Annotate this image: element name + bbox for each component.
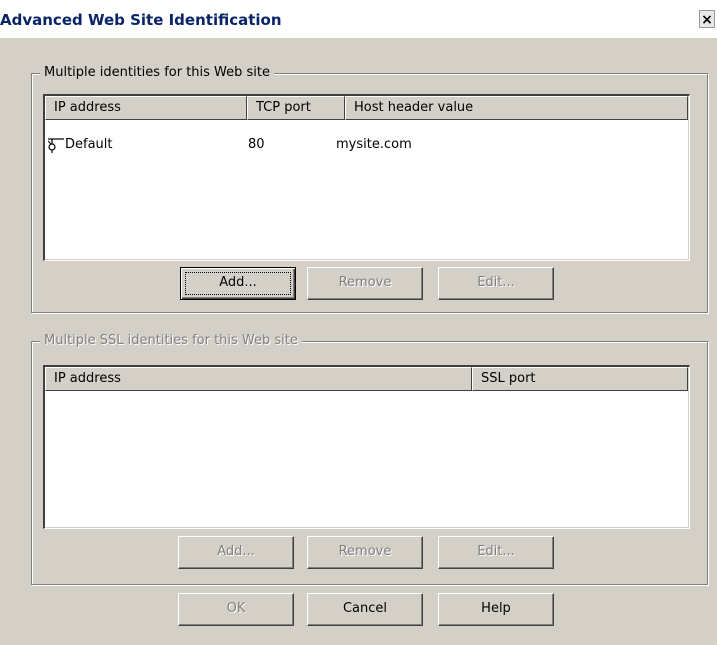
window-title: Advanced Web Site Identification: [0, 11, 282, 29]
table-row[interactable]: Default 80 mysite.com: [45, 135, 689, 157]
ssl-identities-list[interactable]: IP address SSL port: [43, 365, 690, 529]
identities-list-header: IP address TCP port Host header value: [45, 96, 689, 120]
ssl-identities-list-header: IP address SSL port: [45, 367, 689, 391]
remove-ssl-identity-button[interactable]: Remove: [307, 536, 423, 569]
identities-list[interactable]: IP address TCP port Host header value De…: [43, 94, 690, 261]
help-button[interactable]: Help: [438, 593, 554, 626]
column-header-ssl-ip-address[interactable]: IP address: [45, 367, 472, 391]
title-bar: Advanced Web Site Identification ×: [0, 0, 717, 38]
row-tcp-port: 80: [248, 137, 265, 152]
edit-identity-button[interactable]: Edit...: [438, 267, 554, 300]
ssl-identities-legend: Multiple SSL identities for this Web sit…: [40, 333, 302, 348]
cancel-button[interactable]: Cancel: [307, 593, 423, 626]
identities-legend: Multiple identities for this Web site: [40, 65, 275, 80]
column-header-tcp-port[interactable]: TCP port: [247, 96, 345, 120]
network-identity-icon: [47, 137, 65, 153]
column-header-host-header[interactable]: Host header value: [345, 96, 688, 120]
column-header-ip-address[interactable]: IP address: [45, 96, 247, 120]
ok-button[interactable]: OK: [178, 593, 294, 626]
add-ssl-identity-button[interactable]: Add...: [178, 536, 294, 569]
remove-identity-button[interactable]: Remove: [307, 267, 423, 300]
row-ip-address: Default: [65, 137, 113, 152]
row-host-header: mysite.com: [336, 137, 412, 152]
close-button[interactable]: ×: [699, 10, 715, 28]
edit-ssl-identity-button[interactable]: Edit...: [438, 536, 554, 569]
add-identity-button[interactable]: Add...: [180, 267, 296, 300]
dialog-body: Multiple identities for this Web site IP…: [0, 38, 717, 645]
column-header-ssl-port[interactable]: SSL port: [472, 367, 688, 391]
